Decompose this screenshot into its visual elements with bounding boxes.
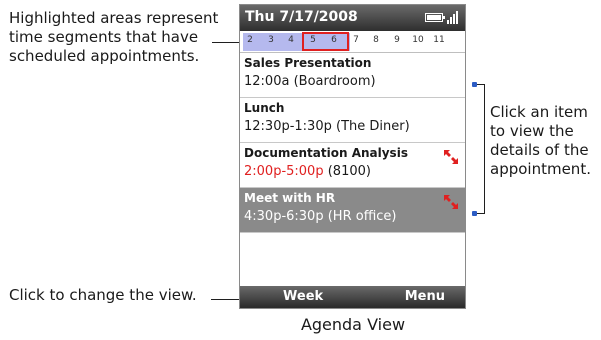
appointment-name: Documentation Analysis	[244, 146, 408, 160]
title-bar: Thu 7/17/2008	[240, 5, 465, 31]
agenda-screen: Thu 7/17/2008 2 3 4 5 6 7 8 9 10 11 Sale…	[239, 4, 466, 309]
hour-label: 11	[433, 35, 445, 45]
appointment-item[interactable]: Lunch 12:30p-1:30p (The Diner)	[240, 98, 465, 143]
hour-label: 5	[310, 35, 316, 45]
hour-label: 8	[373, 35, 379, 45]
week-softkey[interactable]: Week	[283, 289, 323, 304]
appointment-time: 12:30p-1:30p (The Diner)	[244, 119, 410, 134]
hour-strip[interactable]: 2 3 4 5 6 7 8 9 10 11	[240, 31, 465, 53]
conflict-icon	[444, 195, 458, 209]
appointment-item-selected[interactable]: Meet with HR 4:30p-6:30p (HR office)	[240, 188, 465, 233]
hour-label: 7	[353, 35, 359, 45]
callout-highlighted-areas: Highlighted areas represent time segment…	[9, 9, 219, 65]
callout-change-view: Click to change the view.	[9, 286, 197, 304]
figure-caption: Agenda View	[300, 315, 406, 334]
title-date: Thu 7/17/2008	[245, 9, 358, 25]
appointment-item[interactable]: Documentation Analysis 2:00p-5:00p (8100…	[240, 143, 465, 188]
conflict-icon	[444, 150, 458, 164]
appointment-name: Meet with HR	[244, 191, 336, 205]
battery-icon	[425, 13, 445, 22]
callout-bracket-bottom	[476, 213, 485, 214]
appointment-time: 4:30p-6:30p (HR office)	[244, 209, 397, 224]
callout-marker-bottom	[472, 211, 477, 216]
hour-label: 4	[288, 35, 294, 45]
appointment-time: 2:00p-5:00p (8100)	[244, 164, 371, 179]
appointment-item[interactable]: Sales Presentation 12:00a (Boardroom)	[240, 53, 465, 98]
menu-softkey[interactable]: Menu	[405, 289, 445, 304]
appointment-name: Lunch	[244, 101, 285, 115]
hour-label: 6	[331, 35, 337, 45]
hour-label: 9	[394, 35, 400, 45]
hour-label: 2	[247, 35, 253, 45]
callout-bracket-top	[476, 84, 485, 85]
hour-label: 10	[412, 35, 424, 45]
signal-icon	[447, 11, 458, 24]
appointment-time: 12:00a (Boardroom)	[244, 74, 376, 89]
hour-label: 3	[268, 35, 274, 45]
callout-click-item: Click an item to view the details of the…	[490, 103, 591, 178]
callout-marker-top	[472, 82, 477, 87]
appointment-name: Sales Presentation	[244, 56, 372, 70]
callout-bracket	[484, 84, 485, 214]
soft-key-bar: Week Menu	[240, 286, 465, 308]
callout-line-highlight	[212, 42, 241, 43]
